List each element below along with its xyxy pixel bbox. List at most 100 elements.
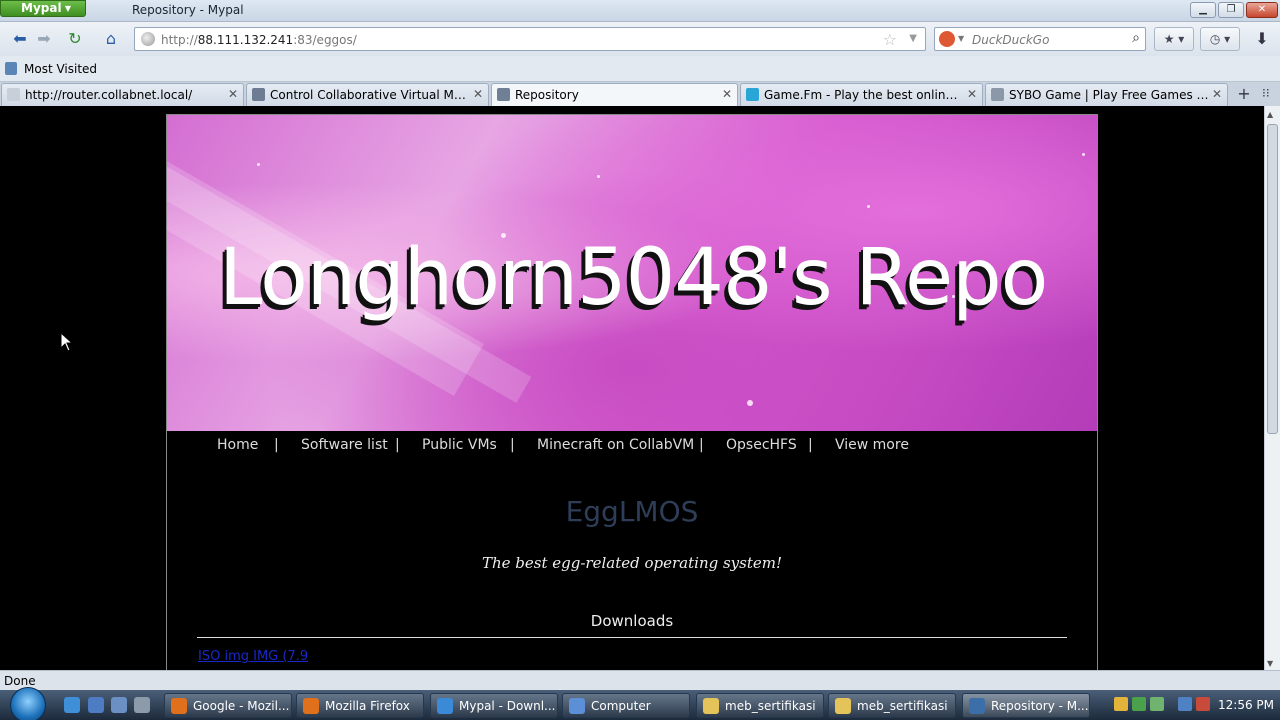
- banner-star: [257, 163, 260, 166]
- history-button[interactable]: ◷ ▾: [1200, 27, 1240, 51]
- menu-opsechfs[interactable]: OpsecHFS: [726, 437, 797, 453]
- gamefm-icon: [746, 88, 759, 101]
- home-icon: ⌂: [105, 29, 117, 48]
- tab-close-icon[interactable]: ✕: [722, 87, 732, 101]
- new-tab-plus-icon[interactable]: +: [1234, 85, 1254, 105]
- site-title: Longhorn5048's Repo: [219, 233, 1048, 323]
- site-identity-icon[interactable]: [141, 32, 155, 46]
- tab-collabvm[interactable]: Control Collaborative Virtual Machin... …: [246, 83, 489, 106]
- tab-list-icon[interactable]: ⁝⁝: [1262, 86, 1270, 100]
- internet-explorer-icon[interactable]: [64, 697, 80, 713]
- banner-star: [747, 400, 753, 406]
- url-dropdown-icon[interactable]: ▼: [909, 33, 917, 44]
- duckduckgo-icon[interactable]: [939, 31, 955, 47]
- tab-close-icon[interactable]: ✕: [967, 87, 977, 101]
- taskbar-item-meb-sertifikasi-1[interactable]: meb_sertifikasi: [696, 693, 824, 718]
- tab-close-icon[interactable]: ✕: [228, 87, 238, 101]
- tab-router[interactable]: http://router.collabnet.local/ ✕: [1, 83, 244, 106]
- tray-app-icon[interactable]: [1132, 697, 1146, 711]
- scroll-down-icon[interactable]: ▼: [1267, 659, 1273, 668]
- bookmark-star-icon[interactable]: ☆: [883, 30, 897, 49]
- url-text[interactable]: http://88.111.132.241:83/eggos/: [161, 33, 357, 47]
- taskbar-item-repository-mypal[interactable]: Repository - M...: [962, 693, 1090, 718]
- search-bar[interactable]: ▼ DuckDuckGo ⌕: [934, 27, 1146, 51]
- status-bar: Done: [0, 670, 1280, 690]
- menu-home[interactable]: Home: [217, 437, 258, 453]
- minimize-icon: ▁: [1199, 4, 1207, 15]
- system-clock[interactable]: 12:56 PM: [1218, 698, 1274, 712]
- menu-software-list[interactable]: Software list: [301, 437, 388, 453]
- quicklaunch-app-icon[interactable]: [134, 697, 150, 713]
- folder-icon: [835, 698, 851, 714]
- tab-close-icon[interactable]: ✕: [473, 87, 483, 101]
- downloads-heading: Downloads: [590, 612, 674, 630]
- app-menu-label: Mypal: [21, 1, 62, 15]
- menu-public-vms[interactable]: Public VMs: [422, 437, 497, 453]
- tab-label: http://router.collabnet.local/: [25, 88, 193, 102]
- minimize-button[interactable]: ▁: [1190, 2, 1216, 18]
- taskbar-item-mypal-download[interactable]: Mypal - Downl...: [430, 693, 558, 718]
- page-icon: [7, 88, 20, 101]
- taskbar-item-computer[interactable]: Computer: [562, 693, 690, 718]
- switch-windows-icon[interactable]: [111, 697, 127, 713]
- restore-button[interactable]: ❐: [1218, 2, 1244, 18]
- menu-separator: |: [274, 437, 279, 453]
- navigation-toolbar: ⬅ ➡ ↻ ⌂ http://88.111.132.241:83/eggos/ …: [0, 22, 1280, 56]
- home-button[interactable]: ⌂: [99, 27, 123, 51]
- tab-label: Control Collaborative Virtual Machin...: [270, 88, 470, 102]
- tab-label: Repository: [515, 88, 579, 102]
- tab-repository[interactable]: Repository ✕: [491, 83, 738, 106]
- banner-star: [1082, 153, 1085, 156]
- mypal-icon: [969, 698, 985, 714]
- download-link[interactable]: ISO img IMG (7.9: [198, 649, 308, 664]
- mouse-cursor-icon: [60, 332, 74, 352]
- task-label: Computer: [591, 699, 651, 713]
- task-label: meb_sertifikasi: [725, 699, 816, 713]
- show-desktop-icon[interactable]: [88, 697, 104, 713]
- bookmarks-button[interactable]: ★ ▾: [1154, 27, 1194, 51]
- tab-gamefm[interactable]: Game.Fm - Play the best online gam... ✕: [740, 83, 983, 106]
- bookmarks-icon: ★ ▾: [1163, 32, 1185, 46]
- taskbar-item-meb-sertifikasi-2[interactable]: meb_sertifikasi: [828, 693, 956, 718]
- reload-button[interactable]: ↻: [63, 27, 87, 51]
- vertical-scrollbar[interactable]: ▲ ▼: [1264, 106, 1280, 670]
- menu-view-more[interactable]: View more: [835, 437, 909, 453]
- tab-sybo[interactable]: SYBO Game | Play Free Games for m... ✕: [985, 83, 1228, 106]
- menu-minecraft-collabvm[interactable]: Minecraft on CollabVM: [537, 437, 694, 453]
- history-clock-icon: ◷ ▾: [1209, 32, 1231, 46]
- scroll-up-icon[interactable]: ▲: [1267, 110, 1273, 119]
- restore-icon: ❐: [1226, 4, 1236, 15]
- network-icon[interactable]: [1178, 697, 1192, 711]
- most-visited-bookmark[interactable]: Most Visited: [24, 62, 97, 76]
- app-menu-button[interactable]: Mypal ▼: [0, 0, 86, 17]
- task-label: Google - Mozil...: [193, 699, 290, 713]
- search-icon[interactable]: ⌕: [1132, 30, 1140, 46]
- forward-arrow-icon: ➡: [37, 29, 51, 48]
- downloads-button[interactable]: ⬇: [1250, 27, 1274, 51]
- bookmarks-toolbar: Most Visited: [0, 56, 1280, 82]
- close-button[interactable]: ✕: [1246, 2, 1278, 18]
- computer-icon: [569, 698, 585, 714]
- forward-button[interactable]: ➡: [32, 27, 56, 51]
- repo-page: Longhorn5048's Repo Home | Software list…: [166, 114, 1098, 670]
- url-bar[interactable]: http://88.111.132.241:83/eggos/ ☆ ▼: [134, 27, 926, 51]
- scrollbar-thumb[interactable]: [1267, 124, 1278, 434]
- page-heading: EggLMOS: [565, 495, 699, 528]
- security-shield-icon[interactable]: [1114, 697, 1128, 711]
- tab-label: SYBO Game | Play Free Games for m...: [1009, 88, 1209, 102]
- taskbar-item-mozilla-firefox[interactable]: Mozilla Firefox: [296, 693, 424, 718]
- tab-close-icon[interactable]: ✕: [1212, 87, 1222, 101]
- taskbar-item-google-mozilla[interactable]: Google - Mozil...: [164, 693, 292, 718]
- back-button[interactable]: ⬅: [8, 27, 32, 51]
- start-button[interactable]: [10, 687, 46, 720]
- firefox-icon: [303, 698, 319, 714]
- task-label: Mypal - Downl...: [459, 699, 556, 713]
- safely-remove-icon[interactable]: [1150, 697, 1164, 711]
- menu-separator: |: [808, 437, 813, 453]
- search-placeholder[interactable]: DuckDuckGo: [972, 33, 1049, 47]
- tab-label: Game.Fm - Play the best online gam...: [764, 88, 964, 102]
- volume-muted-icon[interactable]: [1196, 697, 1210, 711]
- firefox-icon: [171, 698, 187, 714]
- folder-icon: [703, 698, 719, 714]
- menu-separator: |: [510, 437, 515, 453]
